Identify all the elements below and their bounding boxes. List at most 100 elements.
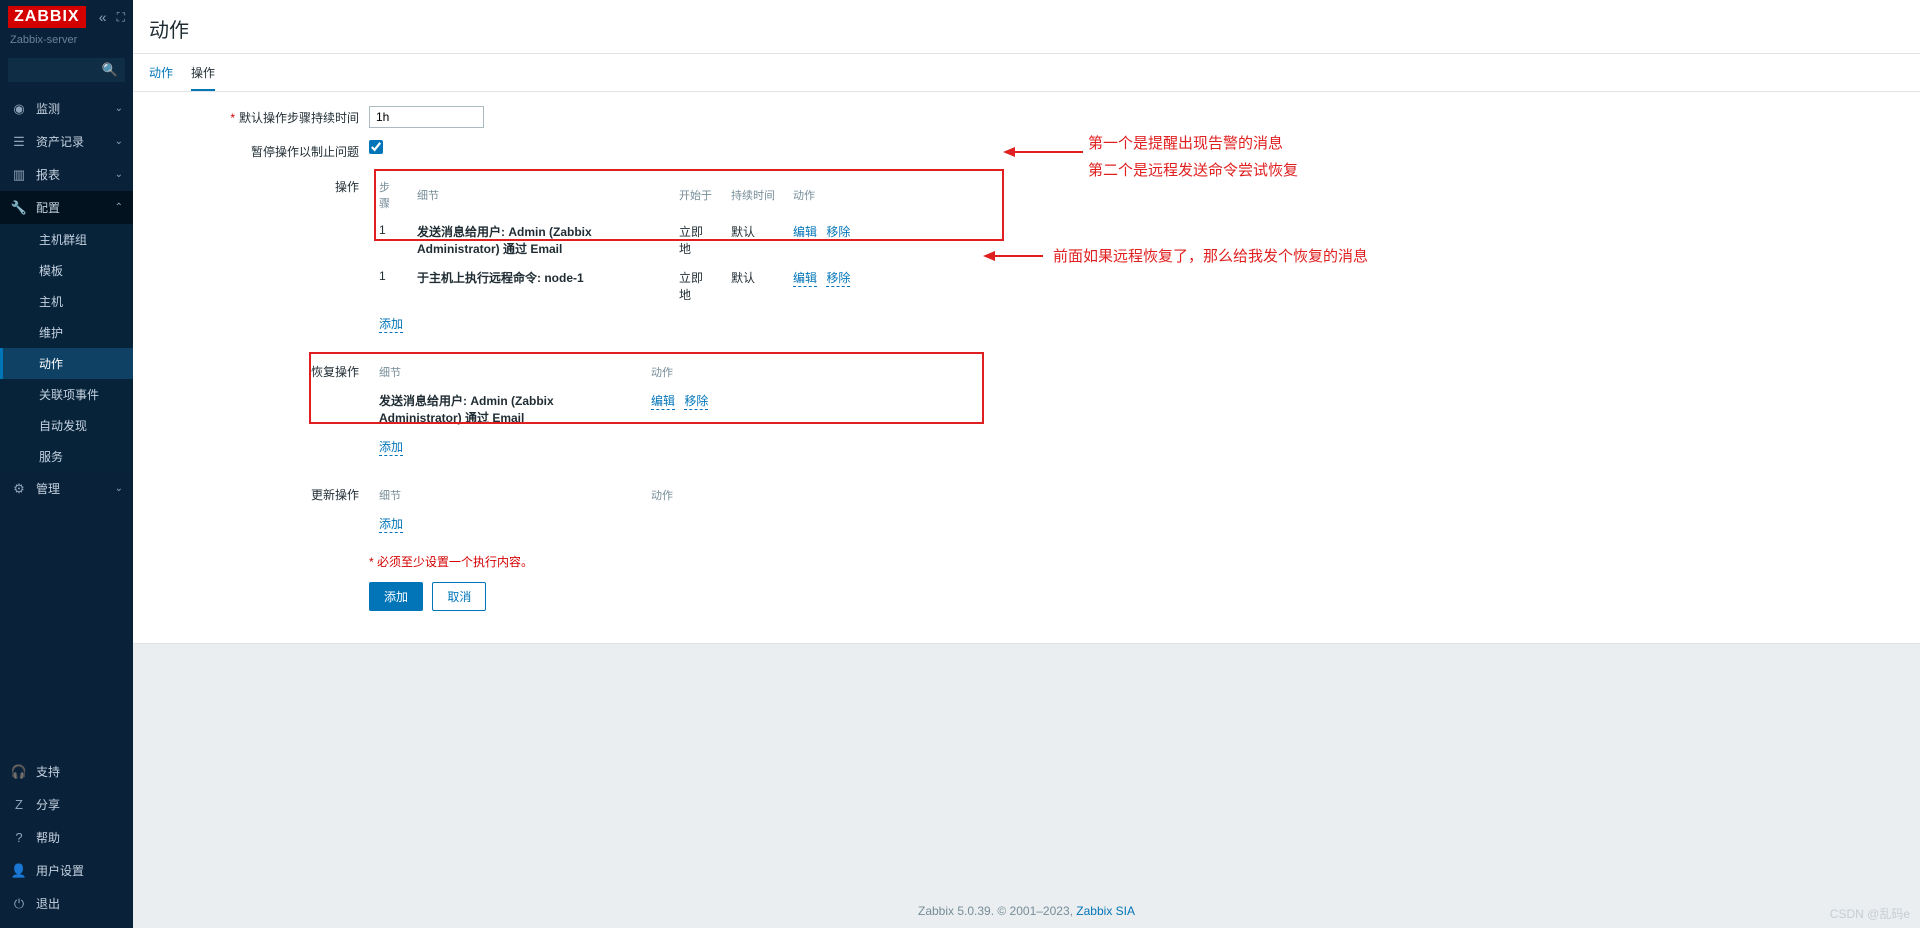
- remove-link[interactable]: 移除: [826, 271, 850, 287]
- button-group: 添加 取消: [369, 582, 486, 611]
- th-details: 细节: [371, 482, 641, 508]
- cell-step: 1: [371, 218, 407, 262]
- search-box[interactable]: 🔍: [8, 58, 125, 82]
- nav-label: 配置: [36, 199, 60, 216]
- power-icon: ⏻: [10, 896, 28, 912]
- sub-actions[interactable]: 动作: [0, 348, 133, 379]
- cell-details: 发送消息给用户: Admin (Zabbix Administrator) 通过…: [371, 387, 641, 431]
- add-update-link[interactable]: 添加: [379, 517, 403, 533]
- footer-help[interactable]: ? 帮助: [0, 821, 133, 854]
- logo[interactable]: ZABBIX: [8, 6, 86, 28]
- checkbox-pause[interactable]: [369, 140, 383, 154]
- table-add-row: 添加: [371, 310, 917, 337]
- sub-hosts[interactable]: 主机: [0, 286, 133, 317]
- th-action: 动作: [785, 174, 917, 216]
- add-operation-link[interactable]: 添加: [379, 317, 403, 333]
- search-icon[interactable]: 🔍: [102, 62, 118, 78]
- nav-admin[interactable]: ⚙ 管理 ⌄: [0, 472, 133, 505]
- nav-label: 支持: [36, 763, 60, 780]
- operations-block: 步骤 细节 开始于 持续时间 动作 1 发送消息给用户: Admin (Zabb…: [369, 172, 919, 339]
- footer-share[interactable]: Z 分享: [0, 788, 133, 821]
- headset-icon: 🎧: [10, 764, 28, 780]
- nav-label: 分享: [36, 796, 60, 813]
- tab-operation[interactable]: 操作: [191, 54, 215, 91]
- cell-actions: 编辑 移除: [785, 264, 917, 308]
- label-default-duration: 默认操作步骤持续时间: [149, 106, 369, 126]
- th-start: 开始于: [671, 174, 721, 216]
- sub-correlation[interactable]: 关联项事件: [0, 379, 133, 410]
- cancel-button[interactable]: 取消: [432, 582, 486, 611]
- wrench-icon: 🔧: [10, 200, 28, 216]
- sub-services[interactable]: 服务: [0, 441, 133, 472]
- form: 默认操作步骤持续时间 暂停操作以制止问题 操作 步骤 细节 开始于: [133, 92, 1920, 643]
- th-details: 细节: [409, 174, 669, 216]
- nav-reports[interactable]: ▥ 报表 ⌄: [0, 158, 133, 191]
- collapse-icon[interactable]: «: [99, 9, 107, 25]
- chart-icon: ▥: [10, 167, 28, 183]
- remove-link[interactable]: 移除: [684, 394, 708, 410]
- nav-label: 监测: [36, 100, 60, 117]
- table-header: 细节 动作: [371, 359, 772, 385]
- tabs: 动作 操作: [133, 54, 1920, 92]
- cell-start: 立即地: [671, 218, 721, 262]
- gear-icon: ⚙: [10, 481, 28, 497]
- label-recovery: 恢复操作: [149, 357, 369, 380]
- row-operations: 操作 步骤 细节 开始于 持续时间 动作 1 发送消息给用户: Ad: [149, 172, 1904, 339]
- submit-button[interactable]: 添加: [369, 582, 423, 611]
- server-name: Zabbix-server: [0, 34, 133, 54]
- edit-link[interactable]: 编辑: [793, 271, 817, 287]
- footer-text: Zabbix 5.0.39. © 2001–2023,: [918, 904, 1076, 918]
- fullscreen-icon[interactable]: ⛶: [117, 10, 125, 25]
- sub-templates[interactable]: 模板: [0, 255, 133, 286]
- th-steps: 步骤: [371, 174, 407, 216]
- chevron-down-icon: ⌄: [115, 103, 123, 114]
- row-hint: * 必须至少设置一个执行内容。: [149, 553, 1904, 570]
- footer-link[interactable]: Zabbix SIA: [1076, 904, 1135, 918]
- edit-link[interactable]: 编辑: [651, 394, 675, 410]
- nav-config[interactable]: 🔧 配置 ⌃: [0, 191, 133, 224]
- nav-label: 退出: [36, 895, 60, 912]
- content-card: 动作 操作 默认操作步骤持续时间 暂停操作以制止问题 操作 步骤: [133, 54, 1920, 644]
- sub-hostgroups[interactable]: 主机群组: [0, 224, 133, 255]
- chevron-down-icon: ⌄: [115, 483, 123, 494]
- nav-monitor[interactable]: ◉ 监测 ⌄: [0, 92, 133, 125]
- config-submenu: 主机群组 模板 主机 维护 动作 关联项事件 自动发现 服务: [0, 224, 133, 472]
- edit-link[interactable]: 编辑: [793, 225, 817, 241]
- footer-logout[interactable]: ⏻ 退出: [0, 887, 133, 920]
- row-pause: 暂停操作以制止问题: [149, 140, 1904, 160]
- footer-user[interactable]: 👤 用户设置: [0, 854, 133, 887]
- footer-support[interactable]: 🎧 支持: [0, 755, 133, 788]
- search-input[interactable]: [15, 63, 102, 77]
- sub-discovery[interactable]: 自动发现: [0, 410, 133, 441]
- th-action: 动作: [643, 359, 772, 385]
- table-header: 细节 动作: [371, 482, 772, 508]
- table-add-row: 添加: [371, 433, 772, 460]
- help-icon: ?: [10, 830, 28, 845]
- row-update: 更新操作 细节 动作 添加: [149, 480, 1904, 539]
- nav-inventory[interactable]: ☰ 资产记录 ⌄: [0, 125, 133, 158]
- hint-text: * 必须至少设置一个执行内容。: [369, 553, 533, 570]
- label-update: 更新操作: [149, 480, 369, 503]
- footer: Zabbix 5.0.39. © 2001–2023, Zabbix SIA: [133, 894, 1920, 928]
- remove-link[interactable]: 移除: [826, 225, 850, 241]
- cell-actions: 编辑 移除: [785, 218, 917, 262]
- sidebar: ZABBIX « ⛶ Zabbix-server 🔍 ◉ 监测 ⌄ ☰ 资产记录…: [0, 0, 133, 928]
- cell-step: 1: [371, 264, 407, 308]
- page-title: 动作: [133, 0, 1920, 54]
- table-header: 步骤 细节 开始于 持续时间 动作: [371, 174, 917, 216]
- cell-start: 立即地: [671, 264, 721, 308]
- add-recovery-link[interactable]: 添加: [379, 440, 403, 456]
- table-add-row: 添加: [371, 510, 772, 537]
- table-row: 1 发送消息给用户: Admin (Zabbix Administrator) …: [371, 218, 917, 262]
- sub-maintenance[interactable]: 维护: [0, 317, 133, 348]
- table-row: 发送消息给用户: Admin (Zabbix Administrator) 通过…: [371, 387, 772, 431]
- cell-duration: 默认: [723, 264, 783, 308]
- row-recovery: 恢复操作 细节 动作 发送消息给用户: Admin (Zabbix Admini…: [149, 357, 1904, 462]
- recovery-table: 细节 动作 发送消息给用户: Admin (Zabbix Administrat…: [369, 357, 774, 462]
- tab-action[interactable]: 动作: [149, 54, 173, 91]
- input-default-duration[interactable]: [369, 106, 484, 128]
- cell-details: 发送消息给用户: Admin (Zabbix Administrator) 通过…: [409, 218, 669, 262]
- watermark: CSDN @乱码e: [1830, 905, 1910, 922]
- row-default-duration: 默认操作步骤持续时间: [149, 106, 1904, 128]
- table-row: 1 于主机上执行远程命令: node-1 立即地 默认 编辑 移除: [371, 264, 917, 308]
